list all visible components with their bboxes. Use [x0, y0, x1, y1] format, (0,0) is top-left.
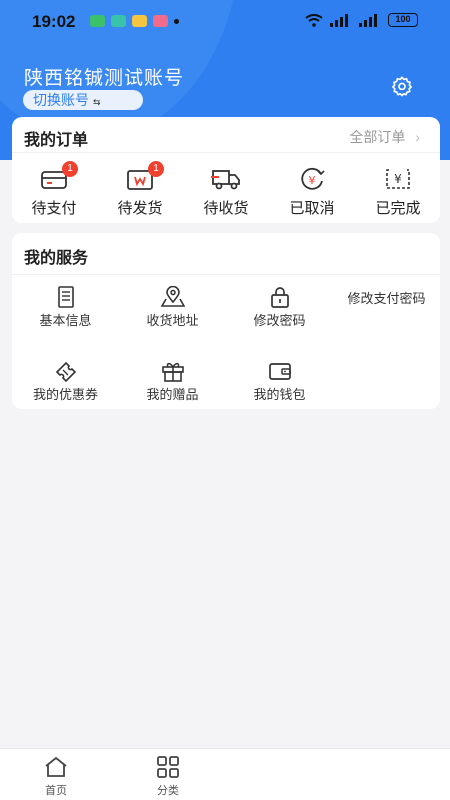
services-card: 我的服务 基本信息 收货地址 修改密码 修改支付密码 我的优惠券 我的赠品 我的… — [12, 233, 440, 409]
order-status-pending-receipt[interactable]: 待收货 — [186, 167, 266, 218]
tab-categories[interactable]: 分类 — [138, 755, 198, 798]
service-label: 我的赠品 — [146, 387, 199, 402]
map-pin-icon — [160, 286, 185, 307]
order-status-label: 已完成 — [375, 200, 421, 217]
svg-text:¥: ¥ — [394, 172, 402, 186]
order-status-pending-payment[interactable]: 1 待支付 — [14, 161, 94, 218]
status-time: 19:02 — [32, 12, 76, 31]
app-notification-icon — [153, 15, 168, 27]
service-change-payment-password[interactable]: 修改支付密码 — [333, 286, 440, 307]
more-notifications-icon — [174, 18, 179, 24]
coupon-icon — [55, 361, 76, 382]
weibo-notification-icon — [132, 15, 147, 27]
service-basic-info[interactable]: 基本信息 — [12, 286, 119, 329]
settings-gear-icon[interactable] — [391, 75, 413, 97]
chevron-right-icon: › — [415, 129, 420, 145]
service-label: 修改支付密码 — [347, 291, 426, 306]
pending-shipment-badge: 1 — [148, 161, 164, 177]
services-card-header: 我的服务 — [12, 233, 440, 275]
switch-account-label: 切换账号 — [33, 92, 89, 108]
service-my-coupons[interactable]: 我的优惠券 — [12, 360, 119, 403]
notification-icons — [90, 15, 179, 27]
status-indicators: 100 — [305, 13, 418, 27]
all-orders-link[interactable]: 全部订单 › — [349, 127, 420, 147]
orders-card: 我的订单 全部订单 › 1 待支付 1 待发货 待收货 ¥ 已取消 ¥ 已完成 — [12, 117, 440, 223]
switch-account-button[interactable]: 切换账号 ⇆ — [23, 90, 143, 110]
swap-icon: ⇆ — [93, 97, 101, 107]
home-icon — [45, 757, 67, 777]
order-status-label: 待支付 — [31, 200, 77, 217]
service-label: 收货地址 — [146, 313, 199, 328]
wifi-icon — [305, 13, 323, 27]
cancel-yen-icon: ¥ — [301, 167, 325, 190]
pending-payment-badge: 1 — [62, 161, 78, 177]
truck-icon — [211, 170, 240, 190]
signal-icon — [330, 13, 348, 27]
orders-title: 我的订单 — [24, 132, 89, 149]
service-my-wallet[interactable]: 我的钱包 — [226, 360, 333, 403]
services-title: 我的服务 — [24, 250, 89, 267]
account-name: 陕西铭铖测试账号 — [24, 68, 185, 89]
tab-label: 首页 — [45, 785, 67, 797]
order-status-label: 待发货 — [117, 200, 163, 217]
service-change-password[interactable]: 修改密码 — [226, 286, 333, 329]
service-my-gifts[interactable]: 我的赠品 — [119, 360, 226, 403]
bottom-tab-bar: 首页 分类 — [0, 748, 450, 800]
service-shipping-address[interactable]: 收货地址 — [119, 286, 226, 329]
svg-text:¥: ¥ — [309, 174, 316, 187]
wallet-icon — [268, 363, 291, 380]
order-status-label: 待收货 — [203, 200, 249, 217]
order-status-label: 已取消 — [289, 200, 335, 217]
all-orders-label: 全部订单 — [349, 129, 406, 145]
gift-icon — [161, 362, 184, 382]
grid-icon — [157, 756, 179, 778]
tab-label: 分类 — [157, 785, 179, 797]
tab-home[interactable]: 首页 — [26, 755, 86, 798]
order-status-cancelled[interactable]: ¥ 已取消 — [272, 167, 352, 218]
battery-indicator: 100 — [388, 13, 418, 27]
order-status-completed[interactable]: ¥ 已完成 — [358, 167, 438, 218]
wechat-notification-icon — [90, 15, 105, 27]
receipt-icon: ¥ — [386, 169, 410, 189]
service-label: 我的优惠券 — [32, 387, 98, 402]
shield-notification-icon — [111, 15, 126, 27]
service-label: 基本信息 — [39, 313, 92, 328]
order-status-pending-shipment[interactable]: 1 待发货 — [100, 161, 180, 218]
status-bar: 19:02 100 — [0, 0, 450, 40]
service-label: 修改密码 — [253, 313, 306, 328]
document-icon — [57, 286, 74, 308]
signal-icon-2 — [359, 13, 377, 27]
service-label: 我的钱包 — [253, 387, 306, 402]
orders-card-header: 我的订单 全部订单 › — [12, 117, 440, 153]
lock-icon — [270, 287, 289, 308]
